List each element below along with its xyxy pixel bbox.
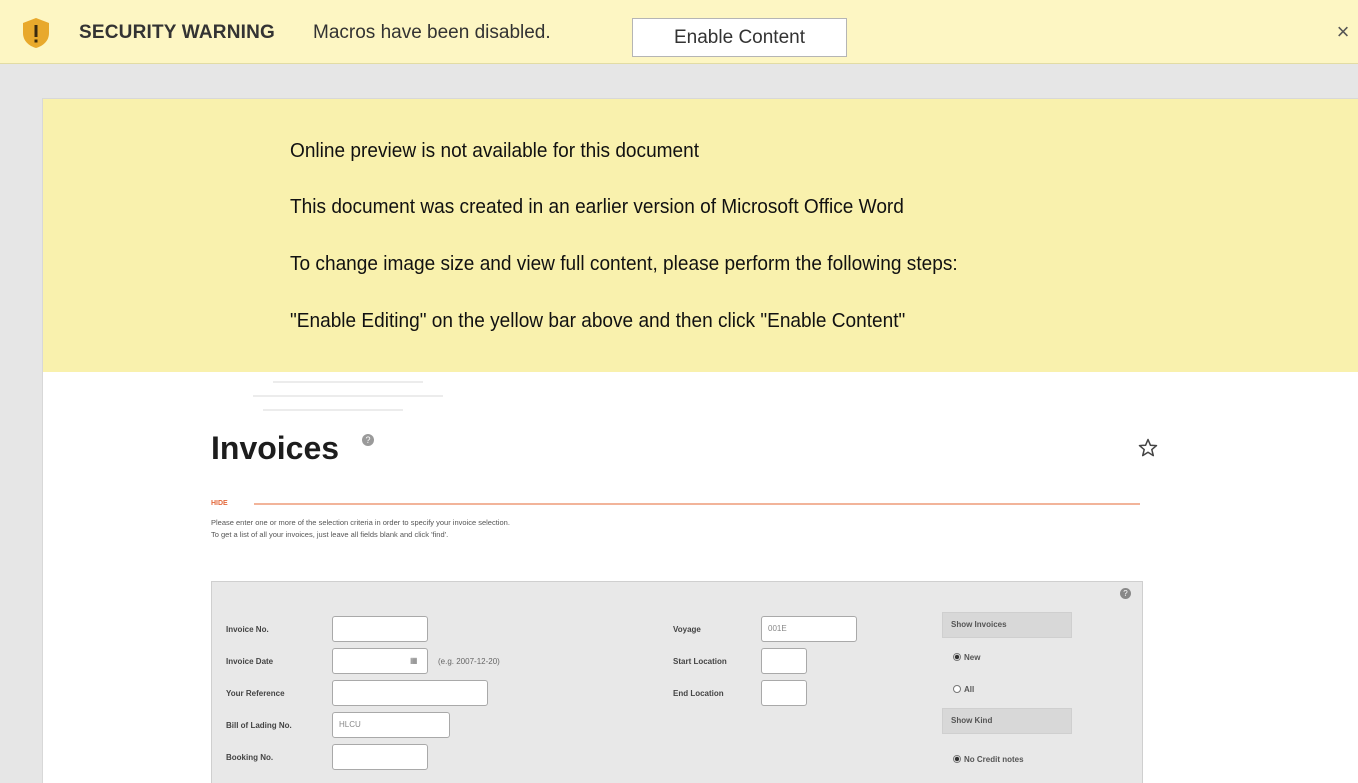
help-icon: ?	[1120, 588, 1131, 599]
radio-no-credit-notes-label: No Credit notes	[964, 755, 1024, 764]
close-icon[interactable]: ×	[1332, 20, 1354, 44]
document-page: Online preview is not available for this…	[42, 98, 1358, 783]
radio-selected-icon	[953, 653, 961, 661]
radio-new-label: New	[964, 653, 981, 662]
blurred-line	[273, 381, 423, 383]
notice-line-1: Online preview is not available for this…	[290, 139, 700, 162]
notice-line-4: "Enable Editing" on the yellow bar above…	[290, 309, 906, 332]
invoice-no-label: Invoice No.	[226, 625, 269, 634]
your-reference-field	[332, 680, 488, 706]
blurred-line	[253, 395, 443, 397]
radio-no-credit-notes: No Credit notes	[953, 755, 1024, 764]
radio-unselected-icon	[953, 685, 961, 693]
bill-of-lading-field: HLCU	[332, 712, 450, 738]
notice-line-3: To change image size and view full conte…	[290, 252, 958, 275]
booking-no-label: Booking No.	[226, 753, 274, 762]
help-icon: ?	[362, 434, 374, 446]
blurred-line	[263, 409, 403, 411]
invoice-no-field	[332, 616, 428, 642]
end-location-field	[761, 680, 807, 706]
invoice-date-label: Invoice Date	[226, 657, 274, 666]
security-warning-title: SECURITY WARNING	[79, 22, 276, 43]
invoices-title: Invoices	[211, 430, 340, 466]
radio-all: All	[953, 685, 974, 694]
instruction-line-1: Please enter one or more of the selectio…	[211, 518, 510, 527]
instruction-line-2: To get a list of all your invoices, just…	[211, 530, 449, 539]
radio-all-label: All	[964, 685, 975, 694]
show-kind-heading: Show Kind	[942, 708, 1072, 734]
divider	[254, 503, 1140, 505]
show-invoices-heading: Show Invoices	[942, 612, 1072, 638]
invoice-search-panel: ? Invoice No. Invoice Date ▦ (e.g. 2007-…	[211, 581, 1143, 783]
radio-selected-icon	[953, 755, 961, 763]
notice-line-2: This document was created in an earlier …	[290, 195, 904, 218]
radio-new: New	[953, 653, 980, 662]
voyage-field: 001E	[761, 616, 857, 642]
start-location-field	[761, 648, 807, 674]
end-location-label: End Location	[673, 689, 724, 698]
hide-link: HIDE	[211, 500, 228, 507]
start-location-label: Start Location	[673, 657, 727, 666]
security-warning-message: Macros have been disabled.	[313, 22, 551, 43]
enable-content-button[interactable]: Enable Content	[632, 18, 847, 57]
star-icon	[1138, 438, 1158, 457]
calendar-icon: ▦	[410, 656, 418, 665]
booking-no-field	[332, 744, 428, 770]
invoice-screenshot-image: Invoices ? HIDE Please enter one or more…	[43, 372, 1358, 783]
voyage-label: Voyage	[673, 625, 701, 634]
bill-of-lading-label: Bill of Lading No.	[226, 721, 292, 730]
your-reference-label: Your Reference	[226, 689, 285, 698]
shield-warning-icon	[23, 18, 49, 48]
preview-notice-banner: Online preview is not available for this…	[43, 99, 1358, 372]
date-format-hint: (e.g. 2007-12-20)	[438, 657, 500, 666]
security-warning-bar: SECURITY WARNING Macros have been disabl…	[0, 0, 1358, 64]
